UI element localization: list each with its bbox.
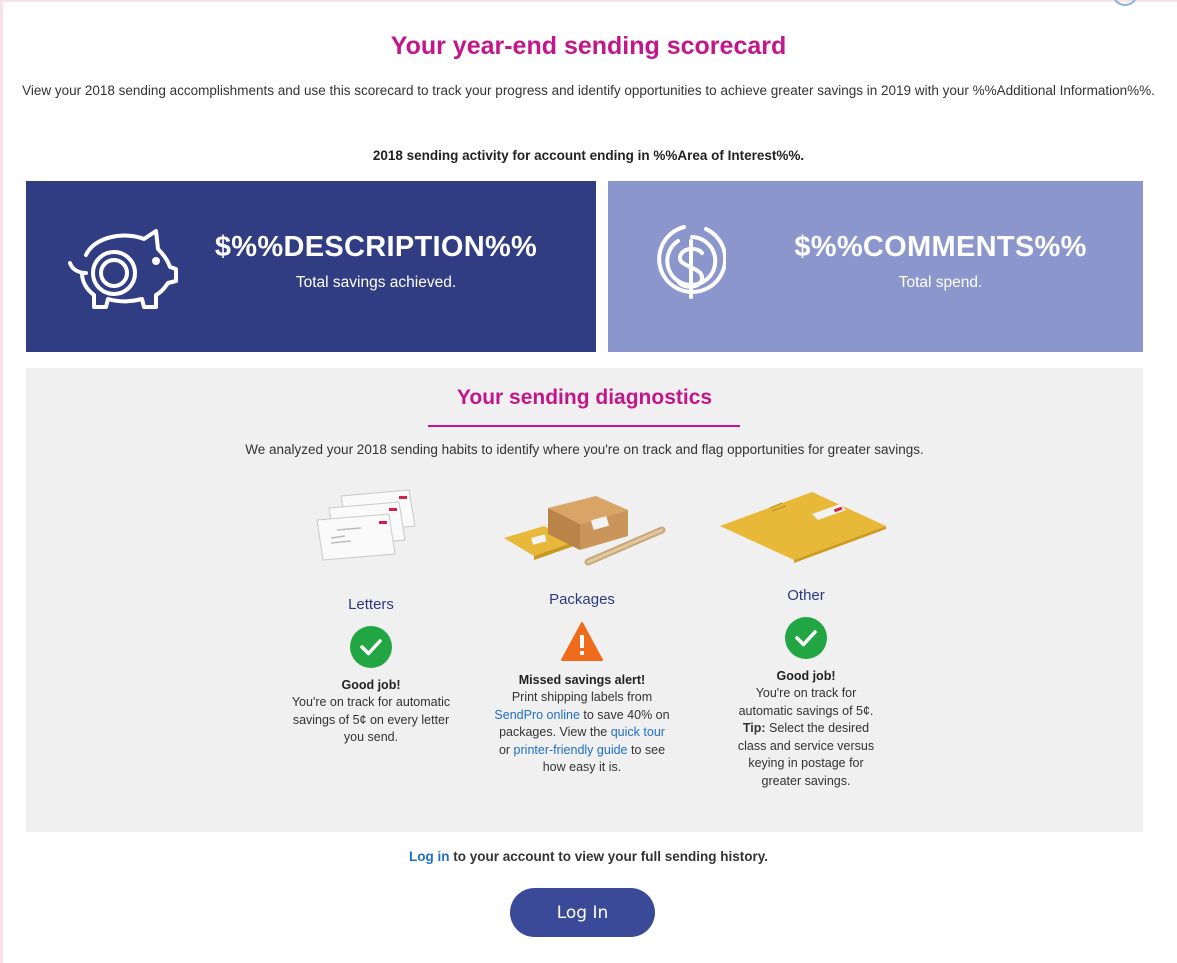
other-text: You're on track for automatic savings of… [738,686,874,718]
other-status-title: Good job! [776,669,836,683]
login-prompt: Log in to your account to view your full… [0,849,1177,864]
letters-label: Letters [348,596,394,613]
savings-card: $%%DESCRIPTION%% Total savings achieved. [26,181,596,352]
warning-icon [561,622,603,661]
printer-friendly-guide-link[interactable]: printer-friendly guide [514,743,628,757]
diagnostics-intro: We analyzed your 2018 sending habits to … [245,442,924,457]
page-title: Your year-end sending scorecard [390,32,787,60]
letters-illustration [316,489,416,561]
tip-label: Tip: [742,721,766,735]
spend-card: $%%COMMENTS%% Total spend. [608,181,1143,352]
total-spend-value: $%%COMMENTS%% [794,231,1087,263]
letters-column: Letters Good job! You're on track for au… [281,488,461,747]
frame-border-left [0,0,3,963]
frame-border-top [0,0,1177,2]
packages-status-title: Missed savings alert! [518,673,646,687]
quick-tour-link[interactable]: quick tour [611,725,665,739]
check-icon [785,617,827,659]
letters-status-title: Good job! [341,678,401,692]
total-savings-value: $%%DESCRIPTION%% [214,231,538,263]
diagnostics-section: Your sending diagnostics We analyzed you… [26,368,1143,832]
piggy-bank-icon [68,229,178,309]
other-column: Other Good job! You're on track for auto… [716,488,896,790]
letters-status-text: You're on track for automatic savings of… [291,695,451,744]
other-label: Other [787,587,825,604]
login-button[interactable]: Log In [510,888,655,937]
total-spend-caption: Total spend. [898,274,983,291]
packages-illustration [504,496,666,566]
total-savings-caption: Total savings achieved. [295,274,457,291]
packages-label: Packages [549,591,615,608]
diagnostics-title: Your sending diagnostics [456,386,713,409]
dollar-coin-icon [657,225,726,299]
activity-heading: 2018 sending activity for account ending… [372,148,805,163]
sendpro-online-link[interactable]: SendPro online [494,708,579,722]
packages-column: Packages Missed savings alert! Print shi… [492,488,672,777]
packages-status-text: Print shipping labels from SendPro onlin… [492,689,672,777]
packages-text-1: Print shipping labels from [511,690,653,704]
intro-text: View your 2018 sending accomplishments a… [22,83,1155,98]
other-status-text: You're on track for automatic savings of… [716,685,896,790]
diagnostics-title-underline [428,425,740,427]
login-prompt-text: to your account to view your full sendin… [453,849,769,864]
login-link[interactable]: Log in [409,849,450,864]
packages-text-3: or [498,742,511,757]
envelope-illustration [720,492,886,563]
corner-circle-icon [1112,0,1138,6]
check-icon [350,626,392,668]
